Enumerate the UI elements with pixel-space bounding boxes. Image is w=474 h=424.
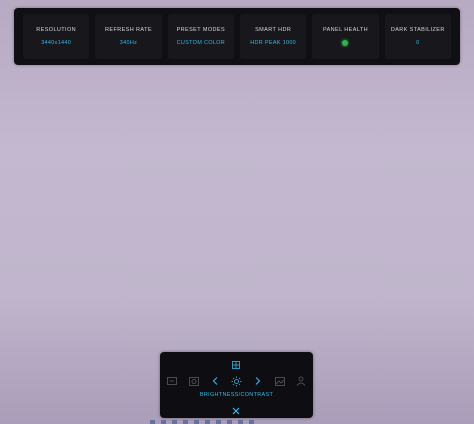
smart-hdr-value: HDR PEAK 1000 [250,40,297,46]
taskbar-icon [172,419,177,424]
chevron-left-icon[interactable] [209,375,221,387]
smart-hdr-label: SMART HDR [255,27,292,33]
dark-stabilizer-value: 0 [416,40,420,46]
panel-health-indicator-icon [342,40,349,46]
input-source-icon[interactable] [166,375,178,387]
monitor-status-bar: RESOLUTION 3440x1440 REFRESH RATE 340Hz … [14,8,460,65]
brightness-icon[interactable] [231,375,243,387]
taskbar-icon [161,419,166,424]
status-refresh-rate: REFRESH RATE 340Hz [95,14,162,59]
status-dark-stabilizer: DARK STABILIZER 0 [384,14,451,59]
refresh-rate-label: REFRESH RATE [105,27,152,33]
menu-grid-icon[interactable] [232,356,240,369]
panel-health-label: PANEL HEALTH [322,27,368,33]
status-preset-modes: PRESET MODES CUSTOM COLOR [167,14,234,59]
chevron-right-icon[interactable] [252,375,264,387]
taskbar-edge [150,419,340,424]
taskbar-icon [205,419,210,424]
preset-modes-value: CUSTOM COLOR [176,40,226,46]
color-icon[interactable] [188,375,200,387]
status-smart-hdr: SMART HDR HDR PEAK 1000 [239,14,307,59]
taskbar-icon [216,419,221,424]
display-icon[interactable] [274,375,286,387]
taskbar-icon [150,419,155,424]
dark-stabilizer-label: DARK STABILIZER [390,27,445,33]
close-icon[interactable] [231,403,241,415]
resolution-label: RESOLUTION [36,27,77,33]
osd-current-setting-label: BRIGHTNESS/CONTRAST [199,392,274,398]
taskbar-icon [227,419,232,424]
osd-quick-menu: BRIGHTNESS/CONTRAST [160,352,313,418]
resolution-value: 3440x1440 [41,40,72,46]
status-panel-health: PANEL HEALTH [312,14,379,59]
user-icon[interactable] [295,375,307,387]
status-resolution: RESOLUTION 3440x1440 [23,14,90,59]
taskbar-icon [183,419,188,424]
preset-modes-label: PRESET MODES [176,27,226,33]
taskbar-icon [238,419,243,424]
osd-nav-row [166,374,307,388]
taskbar-icon [249,419,254,424]
refresh-rate-value: 340Hz [119,40,138,46]
taskbar-icon [194,419,199,424]
